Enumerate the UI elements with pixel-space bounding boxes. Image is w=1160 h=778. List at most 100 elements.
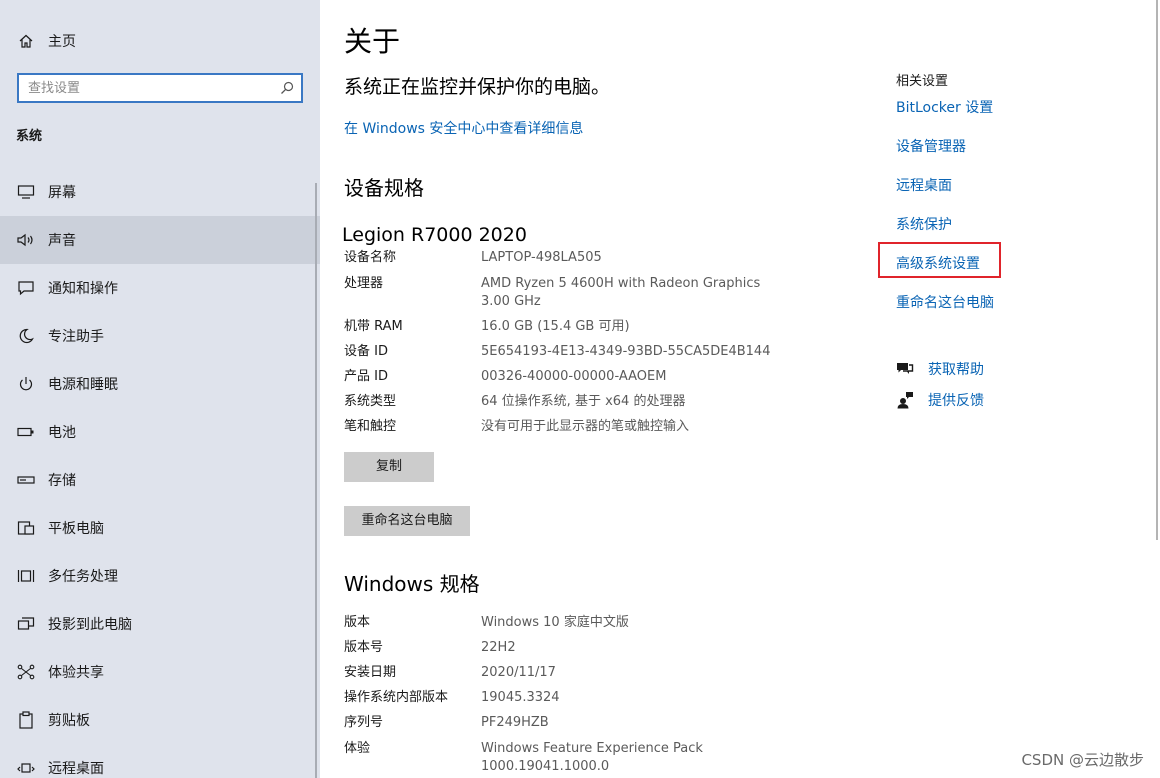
sidebar-item-multitasking[interactable]: 多任务处理 [0,552,320,600]
spec-row-os-build: 操作系统内部版本 19045.3324 [344,689,771,707]
spec-value-line2: 1000.19041.1000.0 [481,759,610,774]
spec-row-processor: 处理器 AMD Ryzen 5 4600H with Radeon Graphi… [344,275,771,311]
power-icon [16,374,36,394]
sidebar-item-storage[interactable]: 存储 [0,456,320,504]
spec-key: 设备 ID [344,344,388,359]
sidebar-item-label: 屏幕 [48,185,76,201]
feedback-row[interactable]: 提供反馈 [896,390,984,410]
sidebar-scrollbar[interactable] [315,183,317,778]
spec-value-multi: Windows Feature Experience Pack 1000.190… [481,740,771,776]
sidebar-item-label: 存储 [48,473,76,489]
main-scrollbar[interactable] [1156,0,1158,540]
sidebar-item-label: 声音 [48,233,76,249]
spec-value: AMD Ryzen 5 4600H with Radeon Graphics [481,276,761,291]
spec-value: 64 位操作系统, 基于 x64 的处理器 [481,394,686,409]
rename-pc-link[interactable]: 重命名这台电脑 [896,292,994,312]
sidebar-home[interactable]: 主页 [0,24,320,58]
search-icon[interactable] [279,80,295,96]
sidebar-item-label: 通知和操作 [48,281,118,297]
spec-value: Windows Feature Experience Pack [481,741,703,756]
notification-icon [16,278,36,298]
related-settings-title: 相关设置 [896,74,949,89]
settings-window: 主页 系统 屏幕 声音 [0,0,1160,778]
bitlocker-settings-link[interactable]: BitLocker 设置 [896,97,993,117]
spec-key: 处理器 [344,276,384,291]
sidebar-item-notifications[interactable]: 通知和操作 [0,264,320,312]
spec-key: 笔和触控 [344,419,397,434]
device-manager-link[interactable]: 设备管理器 [896,136,966,156]
battery-icon [16,422,36,442]
device-model-name: Legion R7000 2020 [342,224,527,246]
sidebar-item-clipboard[interactable]: 剪贴板 [0,696,320,744]
spec-row-edition: 版本 Windows 10 家庭中文版 [344,614,771,632]
spec-key: 体验 [344,741,371,756]
search-box[interactable] [17,73,303,103]
give-feedback-link[interactable]: 提供反馈 [928,390,984,410]
storage-icon [16,470,36,490]
sidebar-item-power-sleep[interactable]: 电源和睡眠 [0,360,320,408]
watermark: CSDN @云边散步 [1021,751,1144,769]
spec-value: PF249HZB [481,715,549,730]
sidebar-item-focus-assist[interactable]: 专注助手 [0,312,320,360]
spec-value: 19045.3324 [481,690,560,705]
highlight-annotation-box [878,242,1001,278]
moon-icon [16,326,36,346]
spec-row-device-id: 设备 ID 5E654193-4E13-4349-93BD-55CA5DE4B1… [344,343,771,361]
home-icon [16,31,36,51]
tablet-icon [16,518,36,538]
spec-value: 00326-40000-00000-AAOEM [481,369,667,384]
spec-key: 机带 RAM [344,319,403,334]
search-input[interactable] [19,75,268,101]
spec-row-version: 版本号 22H2 [344,639,771,657]
multitask-icon [16,566,36,586]
sidebar-item-label: 远程桌面 [48,761,104,777]
sidebar-item-tablet[interactable]: 平板电脑 [0,504,320,552]
spec-key: 版本 [344,615,371,630]
rename-pc-button[interactable]: 重命名这台电脑 [344,506,470,536]
sidebar-home-label: 主页 [48,34,76,50]
spec-row-pen-touch: 笔和触控 没有可用于此显示器的笔或触控输入 [344,418,771,436]
remote-desktop-link[interactable]: 远程桌面 [896,175,952,195]
copy-button[interactable]: 复制 [344,452,434,482]
spec-value: 5E654193-4E13-4349-93BD-55CA5DE4B144 [481,344,771,359]
spec-key: 设备名称 [344,250,397,265]
clipboard-icon [16,710,36,730]
speaker-icon [16,230,36,250]
spec-key: 安装日期 [344,665,397,680]
sidebar-nav: 屏幕 声音 通知和操作 专注助手 电源和睡眠 电池 存储 平板电脑 多任务处理 … [0,168,320,778]
page-title: 关于 [344,25,401,58]
monitor-icon [16,182,36,202]
sidebar-item-shared-experiences[interactable]: 体验共享 [0,648,320,696]
share-icon [16,662,36,682]
windows-specs-heading: Windows 规格 [344,572,480,596]
spec-row-device-name: 设备名称 LAPTOP-498LA505 [344,249,771,267]
sidebar-item-label: 电源和睡眠 [48,377,118,393]
spec-value: Windows 10 家庭中文版 [481,615,629,630]
protection-status-text: 系统正在监控并保护你的电脑。 [344,76,611,98]
get-help-link[interactable]: 获取帮助 [928,359,984,379]
spec-value: 22H2 [481,640,516,655]
sidebar-item-sound[interactable]: 声音 [0,216,320,264]
get-help-row[interactable]: 获取帮助 [896,359,984,379]
main-content: 关于 系统正在监控并保护你的电脑。 在 Windows 安全中心中查看详细信息 … [320,0,1160,778]
security-center-link[interactable]: 在 Windows 安全中心中查看详细信息 [344,118,583,138]
spec-key: 序列号 [344,715,384,730]
device-specs-heading: 设备规格 [344,176,424,200]
sidebar: 主页 系统 屏幕 声音 [0,0,320,778]
system-protection-link[interactable]: 系统保护 [896,214,952,234]
help-chat-icon [896,360,914,378]
sidebar-item-label: 多任务处理 [48,569,118,585]
sidebar-item-label: 剪贴板 [48,713,90,729]
sidebar-item-display[interactable]: 屏幕 [0,168,320,216]
spec-row-product-id: 产品 ID 00326-40000-00000-AAOEM [344,368,771,386]
spec-value-multi: AMD Ryzen 5 4600H with Radeon Graphics 3… [481,275,771,311]
spec-value: 没有可用于此显示器的笔或触控输入 [481,419,690,434]
sidebar-item-label: 电池 [48,425,76,441]
spec-key: 产品 ID [344,369,388,384]
sidebar-item-battery[interactable]: 电池 [0,408,320,456]
sidebar-item-remote-desktop[interactable]: 远程桌面 [0,744,320,778]
sidebar-item-project-to-pc[interactable]: 投影到此电脑 [0,600,320,648]
project-icon [16,614,36,634]
spec-row-install-date: 安装日期 2020/11/17 [344,664,771,682]
remote-desktop-icon [16,758,36,778]
